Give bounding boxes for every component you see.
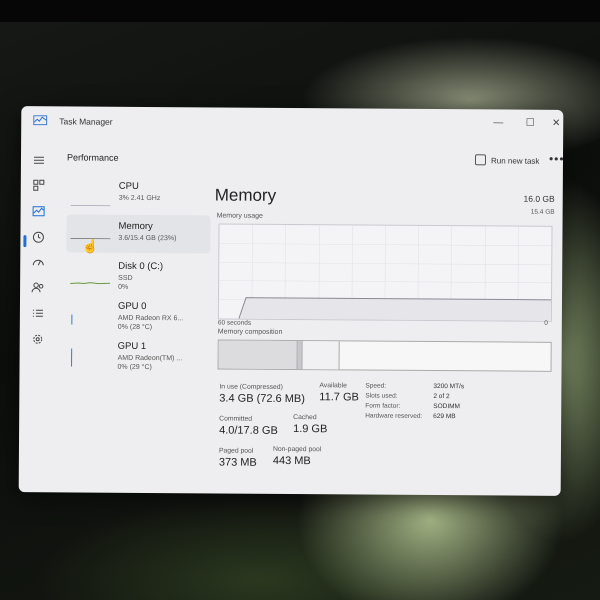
memory-usage-label: Memory usage [216, 212, 263, 220]
device-name: GPU 1 [117, 340, 147, 352]
task-manager-window: Task Manager — ☐ ✕ Performance Run new t… [18, 106, 564, 496]
graph-axis-left: 60 seconds [217, 319, 252, 327]
device-list: CPU 3% 2.41 GHz Memory 3.6/15.4 GB (23%)… [65, 174, 211, 485]
detail-title: Memory [214, 185, 277, 205]
run-new-task-button[interactable]: Run new task [474, 154, 540, 166]
device-detail: AMD Radeon(TM) ... 0% (29 °C) [117, 354, 183, 372]
device-detail: 3.6/15.4 GB (23%) [118, 234, 177, 243]
users-icon[interactable] [30, 279, 46, 295]
stat-in-use: In use (Compressed) 3.4 GB (72.6 MB) [219, 384, 305, 406]
gpu0-thumbnail-graph [71, 314, 73, 325]
run-task-icon [474, 154, 487, 166]
nav-rail [19, 136, 57, 492]
stat-value: 373 MB [218, 456, 257, 469]
hamburger-icon[interactable] [31, 152, 47, 168]
more-options-button[interactable]: ••• [549, 152, 563, 166]
stat-non-paged-pool: Non-paged pool 443 MB [273, 446, 322, 467]
device-item-gpu0[interactable]: GPU 0 AMD Radeon RX 6... 0% (28 °C) [66, 294, 210, 333]
window-title: Task Manager [59, 116, 113, 127]
memory-usage-area [238, 297, 552, 321]
memory-detail-pane: Memory 16.0 GB Memory usage 15.4 GB 60 s… [213, 175, 563, 495]
memory-usage-graph [217, 223, 553, 322]
active-indicator [23, 235, 27, 248]
device-item-disk[interactable]: Disk 0 (C:) SSD 0% [66, 254, 210, 293]
device-detail: AMD Radeon RX 6... 0% (28 °C) [117, 314, 184, 332]
gpu1-thumbnail-graph [71, 348, 73, 367]
device-detail: SSD 0% [118, 274, 133, 291]
hand-pointer-cursor-icon: ☝ [82, 238, 99, 254]
composition-in-use [218, 340, 298, 370]
cpu-thumbnail-graph [70, 205, 111, 207]
graph-axis-right: 0 [544, 319, 548, 327]
performance-icon[interactable] [31, 203, 47, 219]
stat-label: Committed [219, 415, 253, 423]
close-button[interactable]: ✕ [543, 115, 563, 133]
details-icon[interactable] [30, 305, 46, 321]
stat-value: 3.4 GB (72.6 MB) [219, 392, 305, 406]
device-name: CPU [118, 180, 139, 192]
app-history-icon[interactable] [30, 229, 46, 245]
stat-label: Non-paged pool [272, 445, 322, 454]
stat-value: 443 MB [272, 454, 311, 468]
property-row: Hardware reserved: 629 MB [365, 412, 456, 421]
device-detail: 3% 2.41 GHz [118, 194, 161, 203]
stat-value: 4.0/17.8 GB [219, 424, 278, 437]
minimize-button[interactable]: — [485, 114, 511, 132]
composition-standby [302, 341, 340, 370]
device-name: Memory [118, 220, 153, 233]
title-bar[interactable]: Task Manager — ☐ ✕ [21, 106, 563, 140]
monitor-bezel [0, 0, 600, 22]
stat-cached: Cached 1.9 GB [293, 414, 327, 435]
startup-apps-icon[interactable] [30, 254, 46, 270]
device-name: Disk 0 (C:) [118, 260, 164, 273]
memory-properties: Speed: 3200 MT/s Slots used: 2 of 2 Form f… [365, 383, 495, 424]
stat-value: 1.9 GB [293, 423, 328, 436]
maximize-button[interactable]: ☐ [517, 115, 543, 133]
processes-icon[interactable] [31, 177, 47, 193]
device-item-gpu1[interactable]: GPU 1 AMD Radeon(TM) ... 0% (29 °C) [65, 334, 209, 373]
stat-available: Available 11.7 GB [319, 382, 359, 403]
device-name: GPU 0 [117, 300, 147, 312]
memory-composition-label: Memory composition [217, 328, 283, 336]
section-title: Performance [66, 152, 119, 163]
run-new-task-label: Run new task [490, 156, 540, 166]
services-icon[interactable] [30, 331, 46, 347]
memory-composition-bar [217, 339, 552, 372]
stat-value: 11.7 GB [319, 391, 359, 404]
stat-paged-pool: Paged pool 373 MB [219, 448, 257, 469]
memory-total: 16.0 GB [523, 193, 555, 204]
stat-label: In use (Compressed) [219, 383, 283, 391]
task-manager-app-icon [33, 115, 48, 126]
stat-label: Paged pool [218, 447, 254, 455]
device-item-cpu[interactable]: CPU 3% 2.41 GHz [67, 174, 211, 213]
memory-usage-max: 15.4 GB [530, 208, 555, 216]
stat-label: Available [319, 382, 347, 390]
stat-committed: Committed 4.0/17.8 GB [219, 416, 278, 437]
stat-label: Cached [293, 414, 317, 422]
disk-thumbnail-graph [70, 282, 111, 285]
